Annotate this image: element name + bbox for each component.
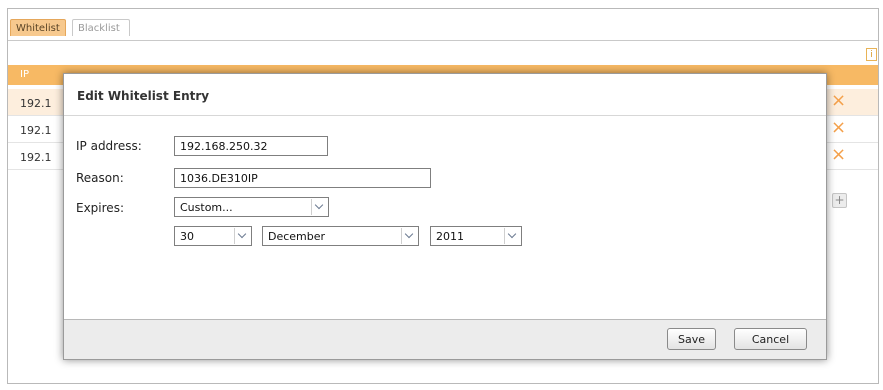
dialog-title: Edit Whitelist Entry	[64, 74, 826, 116]
month-select[interactable]: December	[262, 226, 419, 246]
add-entry-button[interactable]: +	[832, 193, 847, 208]
expires-select[interactable]: Custom...	[174, 197, 329, 217]
edit-whitelist-dialog: Edit Whitelist Entry IP address: Reason:…	[63, 73, 827, 360]
day-select[interactable]: 30	[174, 226, 252, 246]
delete-icon[interactable]: ×	[831, 92, 846, 110]
column-header-ip[interactable]: IP	[20, 69, 29, 80]
save-button[interactable]: Save	[667, 328, 716, 350]
chevron-down-icon	[234, 228, 250, 244]
year-select-value: 2011	[436, 230, 464, 243]
chevron-down-icon	[311, 199, 327, 215]
expires-select-value: Custom...	[180, 201, 233, 214]
month-select-value: December	[268, 230, 326, 243]
cancel-button[interactable]: Cancel	[734, 328, 807, 350]
dialog-footer: Save Cancel	[64, 319, 826, 359]
expires-label: Expires:	[76, 201, 124, 215]
row-ip: 192.1	[20, 97, 52, 110]
tab-whitelist[interactable]: Whitelist	[10, 19, 66, 36]
year-select[interactable]: 2011	[430, 226, 522, 246]
ip-address-label: IP address:	[76, 139, 142, 153]
row-ip: 192.1	[20, 124, 52, 137]
reason-label: Reason:	[76, 171, 124, 185]
reason-input[interactable]	[174, 168, 431, 188]
day-select-value: 30	[180, 230, 194, 243]
tab-divider	[8, 40, 878, 41]
delete-icon[interactable]: ×	[831, 119, 846, 137]
info-icon[interactable]: i	[866, 48, 877, 61]
row-ip: 192.1	[20, 151, 52, 164]
chevron-down-icon	[504, 228, 520, 244]
tab-blacklist[interactable]: Blacklist	[72, 19, 130, 36]
ip-address-input[interactable]	[174, 136, 328, 156]
delete-icon[interactable]: ×	[831, 146, 846, 164]
chevron-down-icon	[401, 228, 417, 244]
